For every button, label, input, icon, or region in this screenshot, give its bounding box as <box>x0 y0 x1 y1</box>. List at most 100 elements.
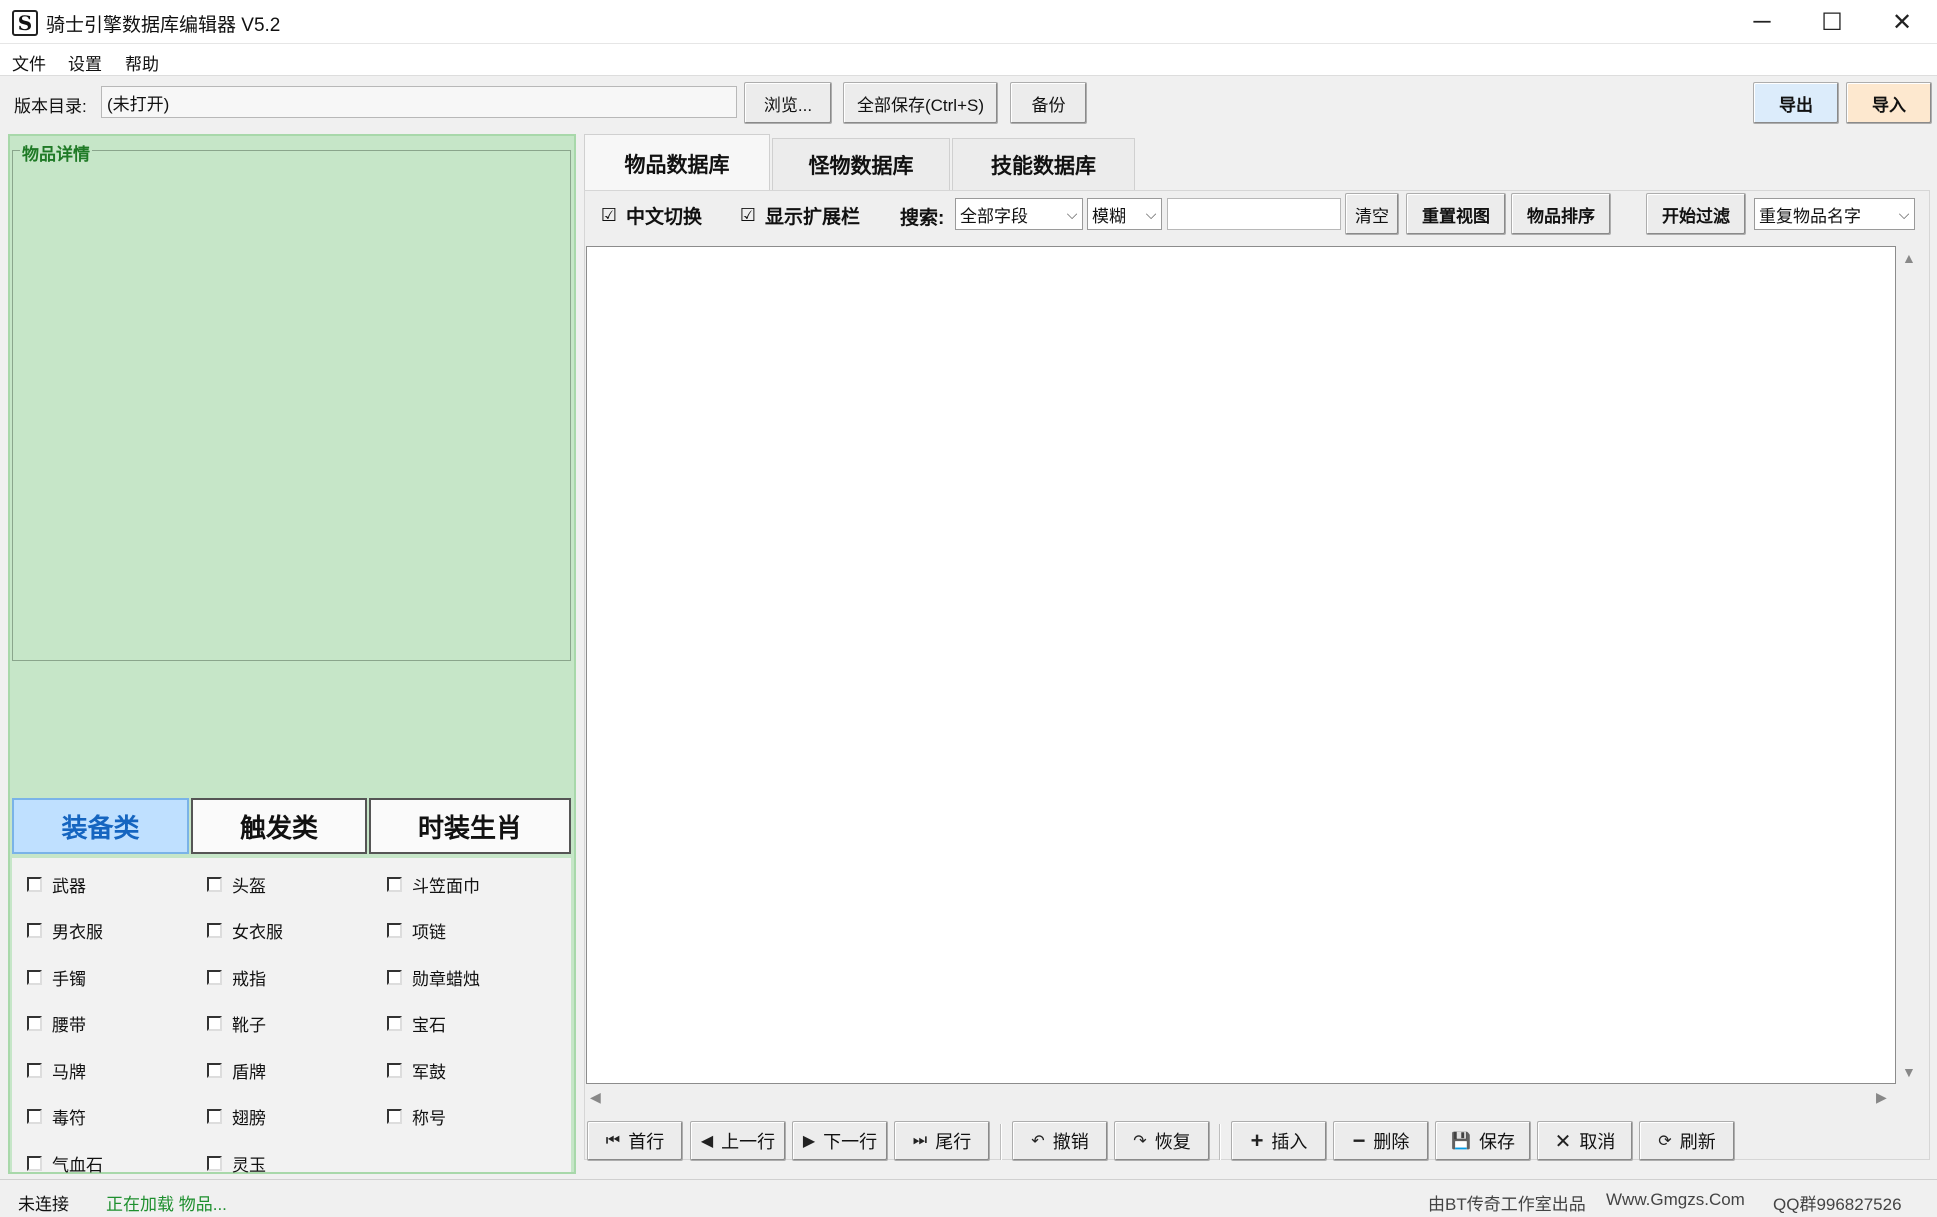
save-all-button[interactable]: 全部保存(Ctrl+S) <box>843 82 998 124</box>
checkbox-box[interactable] <box>207 923 222 938</box>
checkbox-box[interactable] <box>207 1016 222 1031</box>
checkbox-box[interactable] <box>27 1063 42 1078</box>
checkbox-weapon[interactable]: 武器 <box>27 872 86 897</box>
tab-skill-database[interactable]: 技能数据库 <box>952 138 1135 190</box>
checkbox-label: 马牌 <box>52 1063 86 1082</box>
checkbox-shield[interactable]: 盾牌 <box>207 1058 266 1083</box>
checkbox-box[interactable] <box>387 877 402 892</box>
app-icon: S <box>12 10 38 36</box>
checkbox-label: 翅膀 <box>232 1109 266 1128</box>
last-row-icon: ⏭ <box>912 1132 928 1149</box>
checkbox-belt[interactable]: 腰带 <box>27 1011 86 1036</box>
checkbox-necklace[interactable]: 项链 <box>387 918 446 943</box>
checkbox-box[interactable] <box>207 970 222 985</box>
maximize-button[interactable]: ☐ <box>1797 0 1867 44</box>
checkbox-box[interactable] <box>207 1156 222 1171</box>
menu-settings[interactable]: 设置 <box>68 50 102 75</box>
checkbox-poison-talisman[interactable]: 毒符 <box>27 1104 86 1129</box>
checkbox-box[interactable] <box>387 1109 402 1124</box>
backup-button[interactable]: 备份 <box>1010 82 1087 124</box>
category-tab-fashion-zodiac[interactable]: 时装生肖 <box>369 798 571 854</box>
checkbox-war-drum[interactable]: 军鼓 <box>387 1058 446 1083</box>
checkbox-label: 戒指 <box>232 970 266 989</box>
checkbox-female-clothes[interactable]: 女衣服 <box>207 918 283 943</box>
close-button[interactable]: ✕ <box>1867 0 1937 44</box>
undo-icon: ↶ <box>1031 1133 1045 1150</box>
button-label: 下一行 <box>823 1132 878 1152</box>
menu-file[interactable]: 文件 <box>12 50 46 75</box>
tab-item-database[interactable]: 物品数据库 <box>584 134 770 192</box>
checkbox-box[interactable] <box>27 877 42 892</box>
show-ext-bar-checkbox[interactable]: ☑ 显示扩展栏 <box>739 202 860 229</box>
button-label: 取消 <box>1579 1132 1616 1152</box>
checkbox-box[interactable] <box>207 877 222 892</box>
save-button[interactable]: 💾 保存 <box>1435 1121 1531 1161</box>
checkbox-horse-tag[interactable]: 马牌 <box>27 1058 86 1083</box>
checkbox-box[interactable] <box>27 1156 42 1171</box>
match-mode-select[interactable]: 模糊 ⌵ <box>1087 198 1162 230</box>
minimize-button[interactable]: ─ <box>1727 0 1797 44</box>
delete-button[interactable]: − 删除 <box>1333 1121 1429 1161</box>
checkbox-male-clothes[interactable]: 男衣服 <box>27 918 103 943</box>
search-field-select[interactable]: 全部字段 ⌵ <box>955 198 1083 230</box>
item-details-title: 物品详情 <box>20 140 92 165</box>
scroll-down-icon[interactable]: ▼ <box>1902 1064 1916 1080</box>
next-row-button[interactable]: ▶ 下一行 <box>792 1121 888 1161</box>
checkbox-boots[interactable]: 靴子 <box>207 1011 266 1036</box>
checkbox-box[interactable] <box>207 1063 222 1078</box>
checkbox-medal-candle[interactable]: 勋章蜡烛 <box>387 965 480 990</box>
redo-icon: ↷ <box>1133 1133 1147 1150</box>
redo-button[interactable]: ↷ 恢复 <box>1114 1121 1210 1161</box>
last-row-button[interactable]: ⏭ 尾行 <box>894 1121 990 1161</box>
data-grid[interactable] <box>586 246 1896 1084</box>
export-button[interactable]: 导出 <box>1753 82 1839 124</box>
refresh-button[interactable]: ⟳ 刷新 <box>1639 1121 1735 1161</box>
clear-button[interactable]: 清空 <box>1345 193 1399 235</box>
checkbox-box[interactable] <box>27 1109 42 1124</box>
insert-button[interactable]: + 插入 <box>1231 1121 1327 1161</box>
first-row-button[interactable]: ⏮ 首行 <box>587 1121 683 1161</box>
menu-help[interactable]: 帮助 <box>125 50 159 75</box>
tab-monster-database[interactable]: 怪物数据库 <box>772 138 950 190</box>
category-tab-equipment[interactable]: 装备类 <box>12 798 189 854</box>
undo-button[interactable]: ↶ 撤销 <box>1012 1121 1108 1161</box>
chinese-toggle-checkbox[interactable]: ☑ 中文切换 <box>600 202 702 229</box>
checkbox-spirit-jade[interactable]: 灵玉 <box>207 1151 266 1176</box>
checkbox-hat-mask[interactable]: 斗笠面巾 <box>387 872 480 897</box>
reset-view-button[interactable]: 重置视图 <box>1406 193 1506 235</box>
item-details-group <box>12 150 571 661</box>
cancel-button[interactable]: ✕ 取消 <box>1537 1121 1633 1161</box>
checkbox-title[interactable]: 称号 <box>387 1104 446 1129</box>
checkbox-hp-stone[interactable]: 气血石 <box>27 1151 103 1176</box>
scroll-left-icon[interactable]: ◀ <box>590 1089 601 1106</box>
checkbox-box[interactable] <box>27 970 42 985</box>
checkbox-label: 灵玉 <box>232 1156 266 1175</box>
close-icon: ✕ <box>1554 1130 1572 1153</box>
scroll-up-icon[interactable]: ▲ <box>1902 250 1916 266</box>
filter-type-select[interactable]: 重复物品名字 ⌵ <box>1754 198 1915 230</box>
checkbox-box[interactable] <box>207 1109 222 1124</box>
checkbox-box[interactable] <box>387 923 402 938</box>
checkbox-box[interactable] <box>387 970 402 985</box>
checkbox-gem[interactable]: 宝石 <box>387 1011 446 1036</box>
browse-button[interactable]: 浏览... <box>744 82 832 124</box>
checkbox-box[interactable] <box>387 1016 402 1031</box>
checkbox-box[interactable] <box>27 1016 42 1031</box>
prev-row-button[interactable]: ◀ 上一行 <box>690 1121 786 1161</box>
checkbox-ring[interactable]: 戒指 <box>207 965 266 990</box>
checkbox-box[interactable] <box>387 1063 402 1078</box>
import-button[interactable]: 导入 <box>1846 82 1932 124</box>
checkbox-checked-icon[interactable]: ☑ <box>739 206 757 225</box>
filter-type-value: 重复物品名字 <box>1759 206 1861 226</box>
checkbox-wings[interactable]: 翅膀 <box>207 1104 266 1129</box>
start-filter-button[interactable]: 开始过滤 <box>1646 193 1746 235</box>
category-tab-trigger[interactable]: 触发类 <box>191 798 367 854</box>
dir-path-field[interactable]: (未打开) <box>101 86 737 118</box>
checkbox-bracelet[interactable]: 手镯 <box>27 965 86 990</box>
checkbox-checked-icon[interactable]: ☑ <box>600 206 618 225</box>
checkbox-box[interactable] <box>27 923 42 938</box>
search-input[interactable] <box>1167 198 1341 230</box>
scroll-right-icon[interactable]: ▶ <box>1876 1089 1887 1106</box>
sort-items-button[interactable]: 物品排序 <box>1511 193 1611 235</box>
checkbox-helmet[interactable]: 头盔 <box>207 872 266 897</box>
